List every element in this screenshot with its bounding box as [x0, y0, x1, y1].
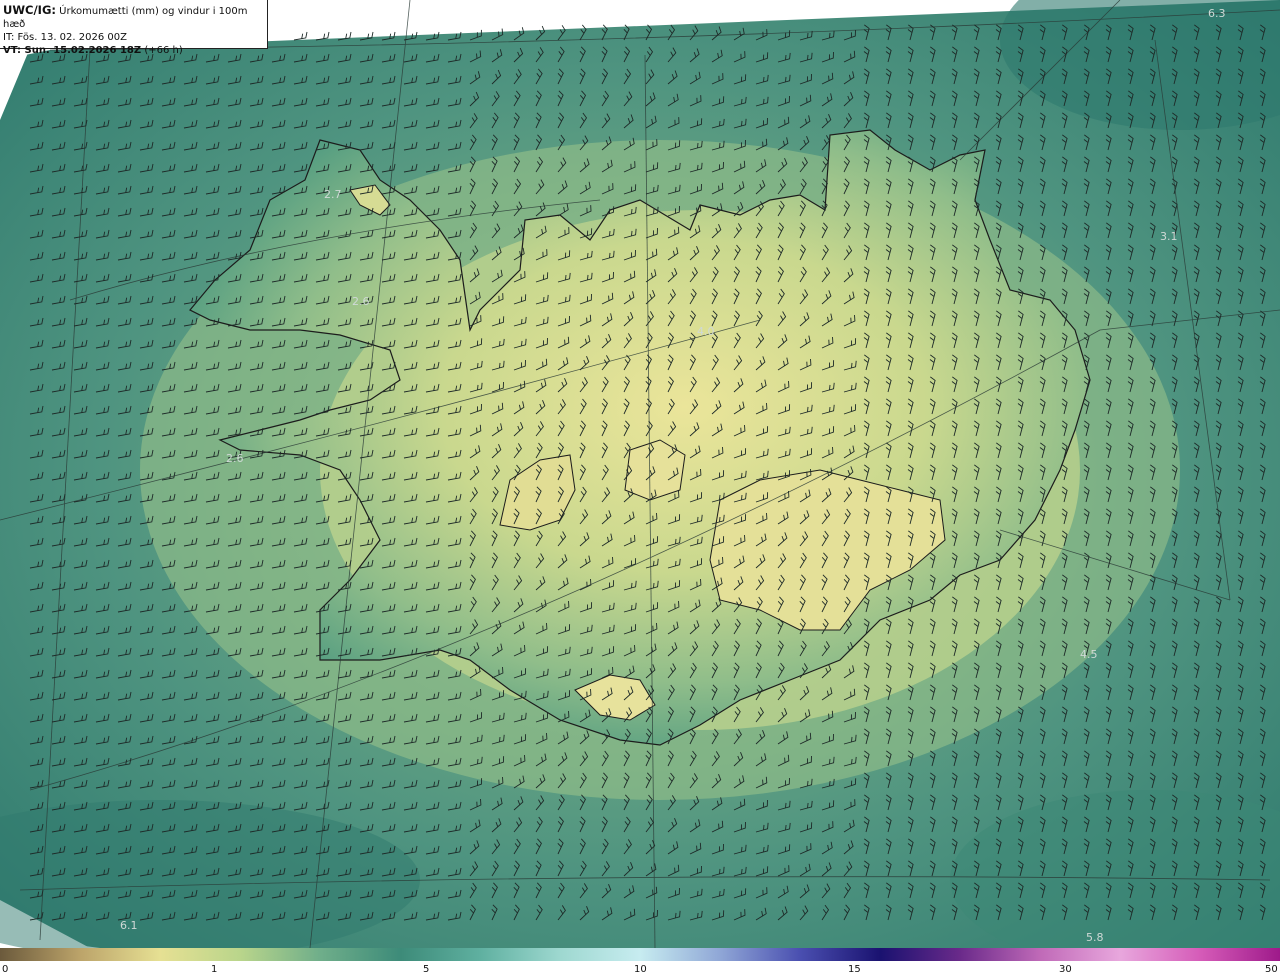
precipitation-wind-map: 6.3 2.7 2.6 2.6 4.0 3.1 4.5 6.1 5.8: [0, 0, 1280, 948]
value-label: 2.6: [226, 452, 244, 465]
value-label: 5.8: [1086, 931, 1104, 944]
value-label: 2.6: [352, 295, 370, 308]
value-label: 4.0: [697, 325, 715, 338]
colorbar-tick-label: 5: [423, 964, 430, 975]
lead-time: (+66 h): [144, 45, 183, 56]
initial-time: IT: Fös. 13. 02. 2026 00Z: [3, 32, 127, 43]
map-header: UWC/IG: Úrkomumætti (mm) og vindur i 100…: [0, 0, 268, 56]
value-label: 6.1: [120, 919, 138, 932]
colorbar-tick-label: 15: [848, 964, 861, 975]
colorbar-tick-label: 1: [211, 964, 218, 975]
header-title-row: UWC/IG: Úrkomumætti (mm) og vindur i 100…: [3, 4, 267, 31]
value-label: 4.5: [1080, 648, 1098, 661]
colorbar-ticks: 0 1 5 10 15 30 50: [0, 961, 1280, 978]
model-name: UWC/IG:: [3, 3, 56, 17]
value-label: 2.7: [324, 188, 342, 201]
colorbar-tick-label: 50: [1265, 964, 1278, 975]
colorbar: [0, 948, 1280, 961]
value-label: 6.3: [1208, 7, 1226, 20]
valid-time: VT: Sun. 15.02.2026 18Z: [3, 45, 142, 56]
value-label: 3.1: [1160, 230, 1178, 243]
valid-time-row: VT: Sun. 15.02.2026 18Z (+66 h): [3, 44, 267, 57]
colorbar-tick-label: 30: [1059, 964, 1072, 975]
wind-barb: [293, 31, 308, 41]
colorbar-tick-label: 10: [634, 964, 647, 975]
colorbar-tick-label: 0: [2, 964, 9, 975]
